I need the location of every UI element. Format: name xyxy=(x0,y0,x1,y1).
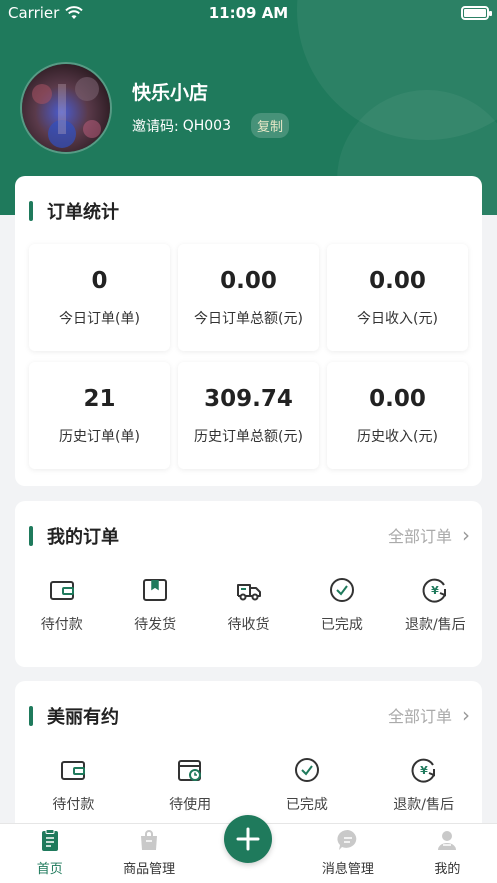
tab-label: 首页 xyxy=(36,862,63,877)
beauty-status-completed[interactable]: 已完成 xyxy=(249,756,366,814)
refund-icon: ¥ xyxy=(411,758,435,783)
svg-text:¥: ¥ xyxy=(420,764,428,777)
beauty-status-refund[interactable]: ¥ 退款/售后 xyxy=(365,756,482,814)
title-accent-bar xyxy=(29,201,33,221)
stat-today-income[interactable]: 0.00 今日收入(元) xyxy=(327,244,468,351)
avatar[interactable] xyxy=(20,62,112,154)
copy-button[interactable]: 复制 xyxy=(251,113,290,138)
stat-today-total[interactable]: 0.00 今日订单总额(元) xyxy=(178,244,319,351)
order-status-refund[interactable]: ¥ 退款/售后 xyxy=(389,576,482,634)
beauty-title-text: 美丽有约 xyxy=(47,707,119,728)
check-circle-icon xyxy=(329,578,354,602)
refund-icon: ¥ xyxy=(422,578,447,603)
chevron-right-icon: › xyxy=(462,523,470,547)
beauty-status-pending-use[interactable]: 待使用 xyxy=(132,756,249,814)
invite-row: 邀请码: QH003 复制 xyxy=(132,113,290,138)
plus-icon xyxy=(236,827,260,851)
order-status-label: 待发货 xyxy=(134,617,177,633)
stat-label: 今日订单总额(元) xyxy=(194,310,303,327)
beauty-status-label: 待付款 xyxy=(52,797,95,813)
chat-icon xyxy=(337,829,357,850)
beauty-status-label: 待使用 xyxy=(169,797,212,813)
order-status-pending-payment[interactable]: 待付款 xyxy=(15,576,108,634)
shop-name: 快乐小店 xyxy=(132,82,209,104)
order-status-pending-receipt[interactable]: 待收货 xyxy=(202,576,295,634)
user-icon xyxy=(438,831,457,850)
battery-icon xyxy=(461,6,492,20)
beauty-status-label: 退款/售后 xyxy=(393,797,454,813)
status-bar: Carrier 11:09 AM xyxy=(0,0,497,26)
stats-grid: 0 今日订单(单) 0.00 今日订单总额(元) 0.00 今日收入(元) 21… xyxy=(29,244,469,469)
truck-icon xyxy=(236,584,261,601)
invite-label: 邀请码: xyxy=(132,118,179,135)
stat-value: 21 xyxy=(83,385,116,412)
tab-mine[interactable]: 我的 xyxy=(398,824,497,883)
tab-product-management[interactable]: 商品管理 xyxy=(99,824,198,883)
order-status-label: 待收货 xyxy=(227,617,270,633)
profile-info: 快乐小店 邀请码: QH003 复制 xyxy=(132,78,290,138)
stat-today-orders[interactable]: 0 今日订单(单) xyxy=(29,244,170,351)
tab-home[interactable]: 首页 xyxy=(0,824,99,883)
invite-code: QH003 xyxy=(182,117,231,134)
tab-label: 商品管理 xyxy=(123,862,176,877)
profile-block: 快乐小店 邀请码: QH003 复制 xyxy=(20,62,290,154)
my-orders-card: 我的订单 全部订单 › 待付款 待发货 待收货 已完成 ¥ 退款/售后 xyxy=(15,501,482,667)
check-circle-icon xyxy=(294,758,319,782)
my-orders-title: 我的订单 xyxy=(29,523,119,549)
tab-message-management[interactable]: 消息管理 xyxy=(298,824,397,883)
tab-label: 我的 xyxy=(434,862,461,877)
order-status-pending-shipment[interactable]: 待发货 xyxy=(108,576,201,634)
calendar-clock-icon xyxy=(178,760,202,781)
stat-label: 历史订单总额(元) xyxy=(194,428,303,445)
beauty-all-orders-link[interactable]: 全部订单 › xyxy=(388,703,470,727)
order-status-completed[interactable]: 已完成 xyxy=(295,576,388,634)
order-status-row: 待付款 待发货 待收货 已完成 ¥ 退款/售后 xyxy=(15,576,482,634)
stat-history-orders[interactable]: 21 历史订单(单) xyxy=(29,362,170,469)
stat-label: 历史订单(单) xyxy=(59,428,140,445)
title-accent-bar xyxy=(29,526,33,546)
order-stats-title: 订单统计 xyxy=(29,198,119,224)
all-orders-label: 全部订单 xyxy=(387,707,452,726)
package-icon xyxy=(143,579,168,601)
beauty-status-label: 已完成 xyxy=(285,797,328,813)
stat-value: 0.00 xyxy=(220,267,277,294)
beauty-status-pending-payment[interactable]: 待付款 xyxy=(15,756,132,814)
all-orders-link[interactable]: 全部订单 › xyxy=(388,523,470,547)
stat-value: 0 xyxy=(91,267,108,294)
chevron-right-icon: › xyxy=(462,703,470,727)
all-orders-label: 全部订单 xyxy=(387,527,452,546)
add-button[interactable] xyxy=(224,815,272,863)
wallet-icon xyxy=(49,581,74,600)
bag-icon xyxy=(141,830,158,850)
stat-value: 0.00 xyxy=(369,267,426,294)
stat-history-income[interactable]: 0.00 历史收入(元) xyxy=(327,362,468,469)
stat-label: 历史收入(元) xyxy=(357,428,438,445)
order-status-label: 已完成 xyxy=(320,617,363,633)
stat-value: 309.74 xyxy=(204,385,293,412)
wallet-icon xyxy=(61,761,86,780)
order-stats-card: 订单统计 0 今日订单(单) 0.00 今日订单总额(元) 0.00 今日收入(… xyxy=(15,176,482,486)
order-status-label: 待付款 xyxy=(40,617,83,633)
beauty-status-row: 待付款 待使用 已完成 ¥ 退款/售后 xyxy=(15,756,482,814)
home-clipboard-icon xyxy=(41,829,58,851)
tab-label: 消息管理 xyxy=(321,862,374,877)
stat-label: 今日订单(单) xyxy=(59,310,140,327)
stat-history-total[interactable]: 309.74 历史订单总额(元) xyxy=(178,362,319,469)
order-stats-title-text: 订单统计 xyxy=(47,202,119,223)
stat-label: 今日收入(元) xyxy=(357,310,438,327)
my-orders-title-text: 我的订单 xyxy=(47,527,119,548)
order-status-label: 退款/售后 xyxy=(404,617,466,633)
stat-value: 0.00 xyxy=(369,385,426,412)
title-accent-bar xyxy=(29,706,33,726)
clock: 11:09 AM xyxy=(208,4,289,22)
svg-text:¥: ¥ xyxy=(432,584,440,597)
beauty-title: 美丽有约 xyxy=(29,703,119,729)
